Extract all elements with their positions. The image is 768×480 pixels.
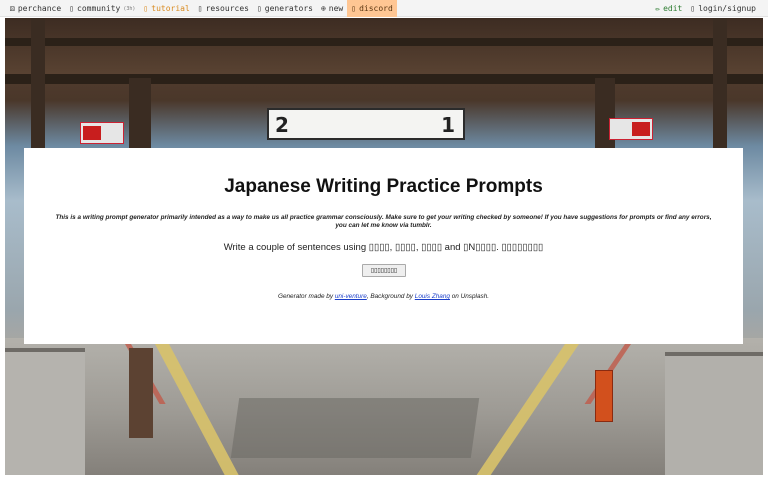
credit-prefix: Generator made by bbox=[277, 293, 335, 300]
photographer-link[interactable]: Louis Zhang bbox=[415, 293, 450, 300]
nav-perchance-label: perchance bbox=[17, 4, 62, 13]
sos-sign-left bbox=[80, 122, 124, 144]
user-icon: ▯ bbox=[690, 4, 696, 13]
nav-resources-label: resources bbox=[205, 4, 249, 13]
nav-community-label: community bbox=[77, 4, 121, 13]
community-icon: ▯ bbox=[69, 4, 75, 13]
nav-generators[interactable]: ▯ generators bbox=[253, 0, 317, 17]
plus-icon: ⊕ bbox=[320, 4, 326, 13]
tutorial-icon: ▯ bbox=[143, 4, 149, 13]
page-title: Japanese Writing Practice Prompts bbox=[224, 176, 543, 197]
credit-suffix: on Unsplash. bbox=[449, 293, 490, 300]
nav-discord-label: discord bbox=[359, 4, 393, 13]
nav-login-label: login/signup bbox=[698, 4, 756, 13]
nav-login[interactable]: ▯ login/signup bbox=[686, 0, 760, 17]
author-link[interactable]: uni-venture bbox=[335, 293, 367, 300]
nav-edit[interactable]: ✏ edit bbox=[651, 0, 686, 17]
nav-right-group: ✏ edit ▯ login/signup bbox=[651, 0, 760, 17]
roof-beam bbox=[5, 38, 763, 46]
floor-shadow bbox=[230, 398, 480, 458]
fire-extinguisher-box bbox=[595, 370, 613, 422]
nav-resources[interactable]: ▯ resources bbox=[194, 0, 253, 17]
nav-new-label: new bbox=[328, 4, 344, 13]
platform-sign-number-left: 2 bbox=[275, 113, 289, 137]
nav-discord[interactable]: ▯ discord bbox=[347, 0, 397, 17]
generate-button[interactable]: ▯▯▯▯▯▯▯▯ bbox=[362, 264, 406, 277]
platform-wall-right bbox=[665, 352, 763, 475]
credit-line: Generator made by uni-venture, Backgroun… bbox=[24, 293, 743, 300]
dice-icon: ⚄ bbox=[10, 4, 15, 13]
nav-new[interactable]: ⊕ new bbox=[317, 0, 347, 17]
platform-post bbox=[129, 348, 153, 438]
discord-icon: ▯ bbox=[351, 4, 357, 13]
resources-icon: ▯ bbox=[197, 4, 203, 13]
top-nav-bar: ⚄ perchance ▯ community (3h) ▯ tutorial … bbox=[0, 0, 768, 17]
station-roof bbox=[5, 18, 763, 78]
nav-tutorial-label: tutorial bbox=[151, 4, 190, 13]
platform-sign: 2 1 bbox=[267, 108, 465, 140]
platform-sign-number-right: 1 bbox=[441, 113, 455, 137]
credit-mid: , Background by bbox=[366, 293, 415, 300]
nav-tutorial[interactable]: ▯ tutorial bbox=[139, 0, 193, 17]
nav-generators-label: generators bbox=[264, 4, 313, 13]
nav-edit-label: edit bbox=[663, 4, 683, 13]
generators-icon: ▯ bbox=[256, 4, 262, 13]
pencil-icon: ✏ bbox=[655, 4, 661, 13]
intro-text: This is a writing prompt generator prima… bbox=[55, 214, 712, 229]
nav-left-group: ⚄ perchance ▯ community (3h) ▯ tutorial … bbox=[6, 0, 397, 17]
generator-card: Japanese Writing Practice Prompts This i… bbox=[24, 148, 743, 344]
sos-sign-right bbox=[609, 118, 653, 140]
roof-beam bbox=[5, 74, 763, 84]
platform-wall-left bbox=[5, 348, 85, 475]
nav-perchance[interactable]: ⚄ perchance bbox=[6, 0, 65, 17]
nav-community[interactable]: ▯ community (3h) bbox=[65, 0, 139, 17]
generated-prompt: Write a couple of sentences using ▯▯▯▯, … bbox=[223, 242, 544, 253]
nav-community-count: (3h) bbox=[123, 5, 136, 12]
